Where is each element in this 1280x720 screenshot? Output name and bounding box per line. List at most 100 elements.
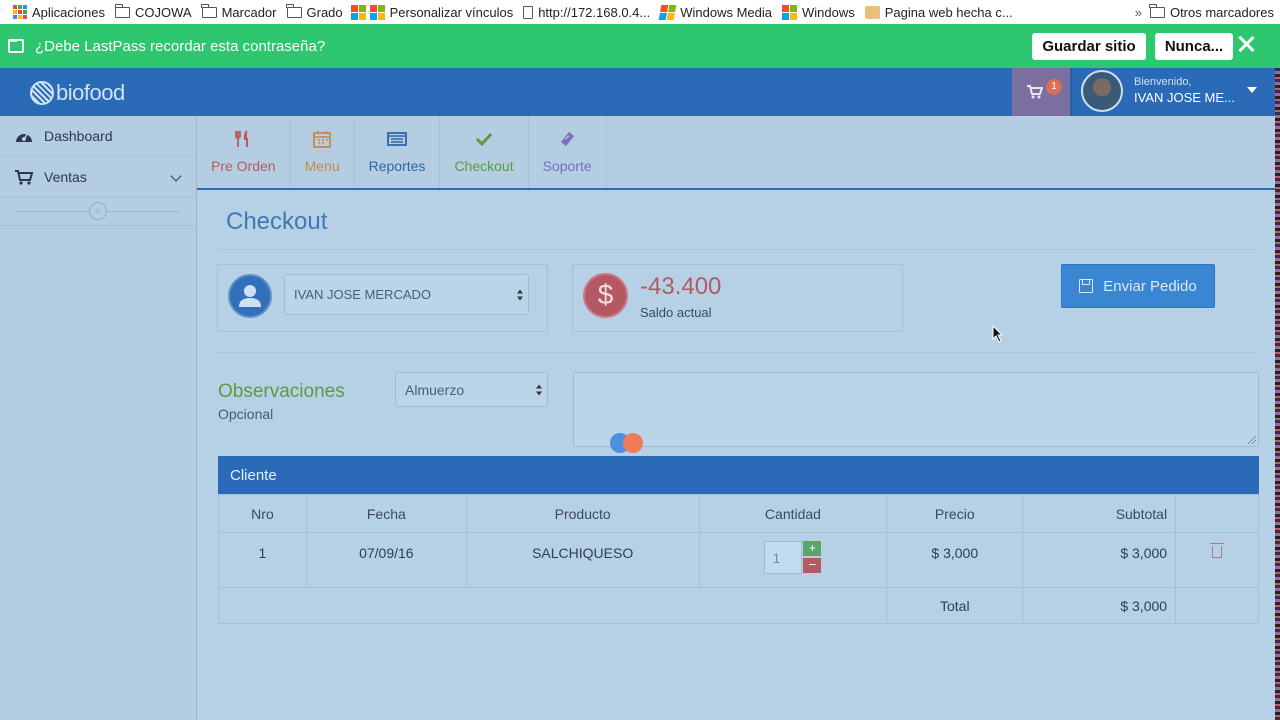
dashboard-icon (16, 132, 32, 142)
user-menu[interactable]: Bienvenido, IVAN JOSE ME... (1071, 68, 1272, 116)
table-header-row: Nro Fecha Producto Cantidad Precio Subto… (218, 494, 1259, 533)
calendar-icon (313, 131, 332, 148)
folder-icon (114, 3, 130, 18)
bookmark-windows[interactable]: Windows (782, 0, 855, 24)
tab-reportes[interactable]: Reportes (355, 116, 441, 188)
utensils-icon (235, 130, 249, 147)
never-button[interactable]: Nunca... (1155, 33, 1233, 60)
quantity-increase-button[interactable]: + (803, 541, 822, 556)
cell-nro: 1 (218, 532, 307, 588)
save-icon (1079, 279, 1094, 293)
meal-select-value: Almuerzo (405, 381, 465, 398)
column-header: Fecha (305, 494, 467, 533)
cell-fecha: 07/09/16 (305, 532, 467, 588)
lastpass-notification-bar: ¿Debe LastPass recordar esta contraseña?… (0, 24, 1280, 68)
meal-select[interactable]: Almuerzo (395, 372, 548, 407)
tab-label: Checkout (454, 158, 514, 174)
column-header: Producto (465, 494, 700, 533)
tab-label: Pre Orden (211, 158, 276, 174)
customer-card: IVAN JOSE MERCADO (217, 264, 548, 332)
caret-down-icon (1247, 87, 1257, 93)
tab-soporte[interactable]: Soporte (529, 116, 607, 188)
user-name: IVAN JOSE ME... (1134, 90, 1235, 105)
customer-select-value: IVAN JOSE MERCADO (294, 287, 432, 302)
sidebar-item-ventas[interactable]: Ventas (0, 157, 196, 198)
select-arrows-icon (517, 289, 523, 300)
page-icon (523, 5, 534, 19)
save-site-button[interactable]: Guardar sitio (1032, 33, 1146, 60)
sidebar-item-label: Dashboard (44, 128, 113, 144)
lastpass-message: ¿Debe LastPass recordar esta contraseña? (35, 37, 326, 55)
divider (218, 249, 1258, 250)
client-panel-header: Cliente (218, 456, 1259, 494)
logo-text: biofood (56, 80, 125, 105)
close-icon[interactable] (1236, 34, 1256, 54)
top-navbar: biofood 1 Bienvenido, IVAN JOSE ME... (0, 68, 1280, 116)
quantity-input[interactable]: 1 (764, 541, 803, 574)
resize-handle-icon[interactable] (1248, 436, 1256, 444)
send-order-label: Enviar Pedido (1103, 277, 1197, 295)
customer-select[interactable]: IVAN JOSE MERCADO (284, 274, 529, 315)
bookmark-label: Pagina web hecha c... (884, 4, 1013, 20)
folder-icon (1149, 3, 1165, 18)
tab-menu[interactable]: Menu (291, 116, 355, 188)
windows-logo-icon (350, 4, 366, 20)
cell-empty (1175, 587, 1259, 624)
lastpass-icon (8, 36, 24, 53)
collapse-sidebar-button[interactable]: « (89, 202, 107, 220)
bookmark-ip[interactable]: http://172.168.0.4... (523, 0, 650, 24)
table-row: 1 07/09/16 SALCHIQUESO 1 + − $ 3,000 $ 3… (218, 532, 1259, 588)
select-arrows-icon (536, 384, 542, 395)
check-icon (475, 132, 493, 147)
cell-empty (217, 587, 888, 624)
sidebar-item-dashboard[interactable]: Dashboard (0, 116, 196, 157)
observations-title: Observaciones (218, 381, 345, 402)
site-icon (864, 5, 880, 19)
other-bookmarks-label: Otros marcadores (1169, 4, 1274, 20)
sidebar: Dashboard Ventas « (0, 116, 197, 720)
bookmarks-overflow[interactable]: » Otros marcadores (1135, 0, 1274, 24)
quantity-decrease-button[interactable]: − (803, 558, 822, 573)
column-header: Nro (218, 494, 307, 533)
cell-subtotal: $ 3,000 (1022, 532, 1177, 588)
table-total-row: Total $ 3,000 (217, 587, 1259, 624)
windows-logo-icon (782, 4, 797, 20)
apps-grid-icon (13, 5, 27, 19)
tab-pre-orden[interactable]: Pre Orden (197, 116, 291, 188)
bookmark-folder-marcador[interactable]: Marcador (201, 0, 277, 24)
balance-label: Saldo actual (640, 305, 712, 320)
brand-logo[interactable]: biofood (30, 80, 125, 106)
bookmark-folder-cojowa[interactable]: COJOWA (114, 0, 192, 24)
cart-button[interactable]: 1 (1012, 68, 1070, 116)
chevron-down-icon (170, 170, 182, 182)
sidebar-collapse: « (0, 198, 196, 226)
windows-logo-icon (369, 4, 385, 20)
folder-icon (286, 3, 302, 18)
folder-icon (201, 3, 217, 18)
order-table: Nro Fecha Producto Cantidad Precio Subto… (217, 494, 1259, 624)
bookmark-apps[interactable]: Aplicaciones (13, 0, 105, 24)
cell-precio: $ 3,000 (886, 532, 1024, 588)
overflow-chevron-icon: » (1134, 4, 1142, 20)
loading-dots-icon (610, 433, 646, 453)
cell-producto: SALCHIQUESO (465, 532, 700, 588)
tab-checkout[interactable]: Checkout (440, 116, 529, 188)
bookmark-windows-media[interactable]: Windows Media (658, 0, 772, 24)
cart-icon (1027, 85, 1043, 99)
bookmark-folder-grado[interactable]: Grado (286, 0, 343, 24)
observations-textarea[interactable] (573, 372, 1259, 447)
send-order-button[interactable]: Enviar Pedido (1061, 264, 1215, 308)
bookmark-pagina-web[interactable]: Pagina web hecha c... (864, 0, 1013, 24)
tab-label: Menu (304, 158, 340, 174)
module-tabs: Pre Orden Menu Reportes Checkout Soporte (197, 116, 1275, 190)
bookmark-personalizar[interactable]: Personalizar vínculos (350, 0, 513, 24)
mouse-cursor-icon (992, 325, 1004, 343)
welcome-text: Bienvenido, (1134, 76, 1192, 88)
page-title: Checkout (226, 208, 328, 235)
tab-label: Reportes (368, 158, 426, 174)
trash-icon[interactable] (1210, 543, 1225, 558)
cart-count-badge: 1 (1046, 79, 1062, 95)
total-value: $ 3,000 (1022, 587, 1177, 624)
bookmark-label: Windows Media (680, 4, 772, 20)
observations-subtitle: Opcional (218, 406, 274, 422)
